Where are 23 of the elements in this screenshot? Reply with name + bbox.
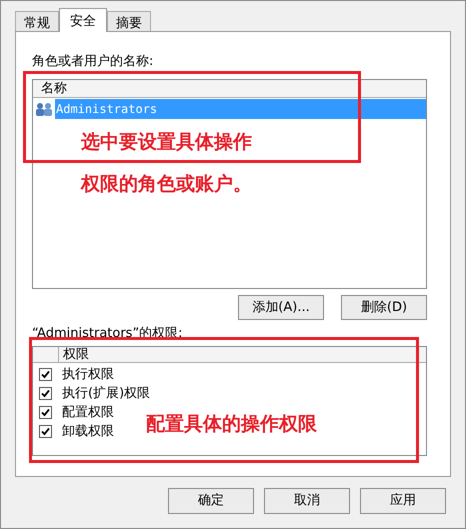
- checkbox[interactable]: [39, 406, 52, 419]
- users-icon: [35, 101, 53, 117]
- tab[interactable]: 常规: [15, 11, 59, 31]
- checkbox[interactable]: [39, 425, 52, 438]
- permission-label: 配置权限: [62, 404, 114, 422]
- tab[interactable]: 摘要: [107, 11, 151, 31]
- annotation-text: 配置具体的操作权限: [146, 412, 317, 437]
- dialog-button[interactable]: 取消: [264, 488, 350, 514]
- tab[interactable]: 安全: [59, 8, 107, 32]
- dialog-button[interactable]: 应用: [360, 488, 446, 514]
- checkbox[interactable]: [39, 387, 52, 400]
- checkbox[interactable]: [39, 368, 52, 381]
- permission-label: 卸载权限: [62, 422, 114, 441]
- permission-label: 执行权限: [62, 366, 114, 384]
- column-header[interactable]: 权限: [59, 347, 93, 362]
- dialog-button[interactable]: 确定: [168, 488, 254, 514]
- section-label: 角色或者用户的名称:: [32, 53, 154, 71]
- annotation-text: 选中要设置具体操作: [81, 130, 252, 155]
- column-header[interactable]: 名称: [33, 80, 426, 98]
- dialog-button[interactable]: 删除(D): [341, 295, 427, 320]
- permission-label: 执行(扩展)权限: [62, 384, 150, 403]
- annotation-text: 权限的角色或账户。: [81, 172, 252, 197]
- dialog-button[interactable]: 添加(A)...: [238, 295, 324, 320]
